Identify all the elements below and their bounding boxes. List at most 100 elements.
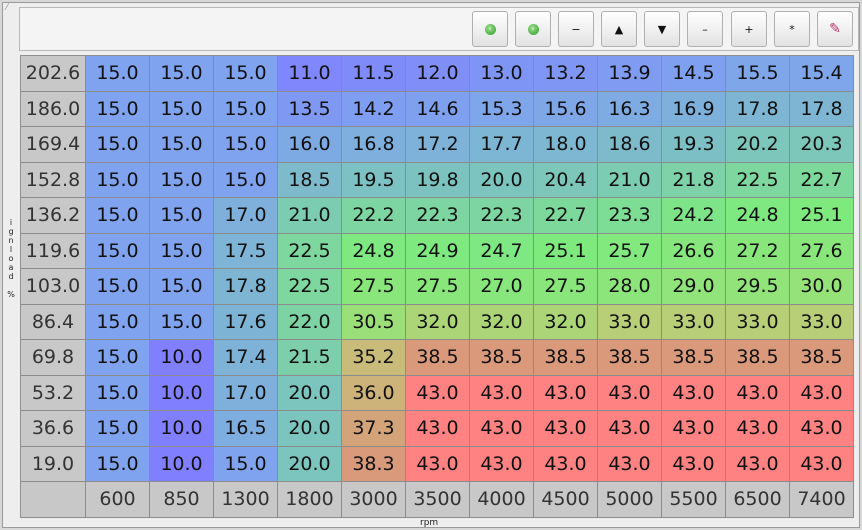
row-header[interactable]: 19.0	[21, 446, 86, 482]
table-cell[interactable]: 21.5	[278, 340, 342, 376]
column-header[interactable]: 4000	[470, 482, 534, 518]
table-cell[interactable]: 38.5	[406, 340, 470, 376]
table-cell[interactable]: 15.0	[150, 56, 214, 92]
column-header[interactable]: 4500	[534, 482, 598, 518]
table-cell[interactable]: 43.0	[726, 411, 790, 447]
table-cell[interactable]: 16.5	[214, 411, 278, 447]
table-cell[interactable]: 17.4	[214, 340, 278, 376]
table-cell[interactable]: 20.3	[790, 127, 854, 163]
table-cell[interactable]: 43.0	[790, 411, 854, 447]
table-cell[interactable]: 43.0	[598, 375, 662, 411]
table-cell[interactable]: 43.0	[662, 446, 726, 482]
table-cell[interactable]: 43.0	[534, 446, 598, 482]
table-cell[interactable]: 13.2	[534, 56, 598, 92]
table-cell[interactable]: 18.5	[278, 162, 342, 198]
table-cell[interactable]: 24.8	[342, 233, 406, 269]
table-cell[interactable]: 30.5	[342, 304, 406, 340]
row-header[interactable]: 103.0	[21, 269, 86, 305]
row-header[interactable]: 136.2	[21, 198, 86, 234]
table-cell[interactable]: 27.5	[534, 269, 598, 305]
table-cell[interactable]: 17.2	[406, 127, 470, 163]
table-cell[interactable]: 20.0	[470, 162, 534, 198]
table-cell[interactable]: 29.5	[726, 269, 790, 305]
table-cell[interactable]: 10.0	[150, 340, 214, 376]
column-header[interactable]: 1300	[214, 482, 278, 518]
multiply-button[interactable]: *	[774, 11, 810, 47]
table-cell[interactable]: 43.0	[470, 375, 534, 411]
table-cell[interactable]: 15.0	[86, 56, 150, 92]
table-cell[interactable]: 22.3	[470, 198, 534, 234]
table-cell[interactable]: 15.0	[86, 127, 150, 163]
table-cell[interactable]: 43.0	[662, 411, 726, 447]
table-cell[interactable]: 21.0	[278, 198, 342, 234]
table-cell[interactable]: 15.0	[86, 304, 150, 340]
arrow-down-button[interactable]: ▼	[644, 11, 680, 47]
table-cell[interactable]: 20.4	[534, 162, 598, 198]
row-header[interactable]: 186.0	[21, 91, 86, 127]
table-cell[interactable]: 32.0	[406, 304, 470, 340]
table-cell[interactable]: 15.3	[470, 91, 534, 127]
table-cell[interactable]: 38.5	[726, 340, 790, 376]
table-cell[interactable]: 29.0	[662, 269, 726, 305]
table-cell[interactable]: 15.0	[86, 446, 150, 482]
table-cell[interactable]: 16.3	[598, 91, 662, 127]
table-cell[interactable]: 24.2	[662, 198, 726, 234]
row-header[interactable]: 69.8	[21, 340, 86, 376]
table-cell[interactable]: 15.0	[86, 198, 150, 234]
table-cell[interactable]: 15.0	[214, 446, 278, 482]
row-header[interactable]: 36.6	[21, 411, 86, 447]
table-cell[interactable]: 13.5	[278, 91, 342, 127]
row-header[interactable]: 152.8	[21, 162, 86, 198]
arrow-up-button[interactable]: ▲	[601, 11, 637, 47]
table-cell[interactable]: 22.2	[342, 198, 406, 234]
pencil-button[interactable]: ✎	[817, 11, 853, 47]
column-header[interactable]: 600	[86, 482, 150, 518]
column-header[interactable]: 3000	[342, 482, 406, 518]
table-cell[interactable]: 15.0	[86, 91, 150, 127]
column-header[interactable]: 5000	[598, 482, 662, 518]
column-header[interactable]: 7400	[790, 482, 854, 518]
circle-left-button[interactable]: ‹	[472, 11, 508, 47]
table-cell[interactable]: 17.8	[726, 91, 790, 127]
table-cell[interactable]: 25.1	[534, 233, 598, 269]
table-cell[interactable]: 19.5	[342, 162, 406, 198]
table-cell[interactable]: 17.8	[790, 91, 854, 127]
table-cell[interactable]: 15.0	[214, 56, 278, 92]
table-cell[interactable]: 10.0	[150, 446, 214, 482]
table-cell[interactable]: 43.0	[534, 375, 598, 411]
table-cell[interactable]: 38.5	[790, 340, 854, 376]
table-cell[interactable]: 38.3	[342, 446, 406, 482]
table-cell[interactable]: 15.0	[86, 411, 150, 447]
table-cell[interactable]: 27.6	[790, 233, 854, 269]
table-cell[interactable]: 15.0	[150, 233, 214, 269]
table-cell[interactable]: 23.3	[598, 198, 662, 234]
table-cell[interactable]: 43.0	[726, 446, 790, 482]
row-header[interactable]: 53.2	[21, 375, 86, 411]
table-cell[interactable]: 15.0	[86, 162, 150, 198]
table-cell[interactable]: 43.0	[662, 375, 726, 411]
table-cell[interactable]: 10.0	[150, 411, 214, 447]
row-header[interactable]: 119.6	[21, 233, 86, 269]
minus-small-button[interactable]: −	[558, 11, 594, 47]
table-cell[interactable]: 43.0	[790, 375, 854, 411]
table-cell[interactable]: 43.0	[726, 375, 790, 411]
table-cell[interactable]: 13.9	[598, 56, 662, 92]
resize-handle-icon[interactable]: ⁄	[6, 3, 8, 13]
table-cell[interactable]: 18.6	[598, 127, 662, 163]
table-cell[interactable]: 43.0	[790, 446, 854, 482]
table-cell[interactable]: 37.3	[342, 411, 406, 447]
table-cell[interactable]: 38.5	[534, 340, 598, 376]
table-cell[interactable]: 33.0	[662, 304, 726, 340]
table-cell[interactable]: 33.0	[790, 304, 854, 340]
table-cell[interactable]: 20.0	[278, 375, 342, 411]
table-cell[interactable]: 28.0	[598, 269, 662, 305]
table-cell[interactable]: 21.8	[662, 162, 726, 198]
table-cell[interactable]: 33.0	[726, 304, 790, 340]
table-cell[interactable]: 43.0	[470, 446, 534, 482]
table-cell[interactable]: 24.8	[726, 198, 790, 234]
table-cell[interactable]: 26.6	[662, 233, 726, 269]
row-header[interactable]: 86.4	[21, 304, 86, 340]
table-cell[interactable]: 21.0	[598, 162, 662, 198]
table-cell[interactable]: 11.0	[278, 56, 342, 92]
table-cell[interactable]: 25.1	[790, 198, 854, 234]
